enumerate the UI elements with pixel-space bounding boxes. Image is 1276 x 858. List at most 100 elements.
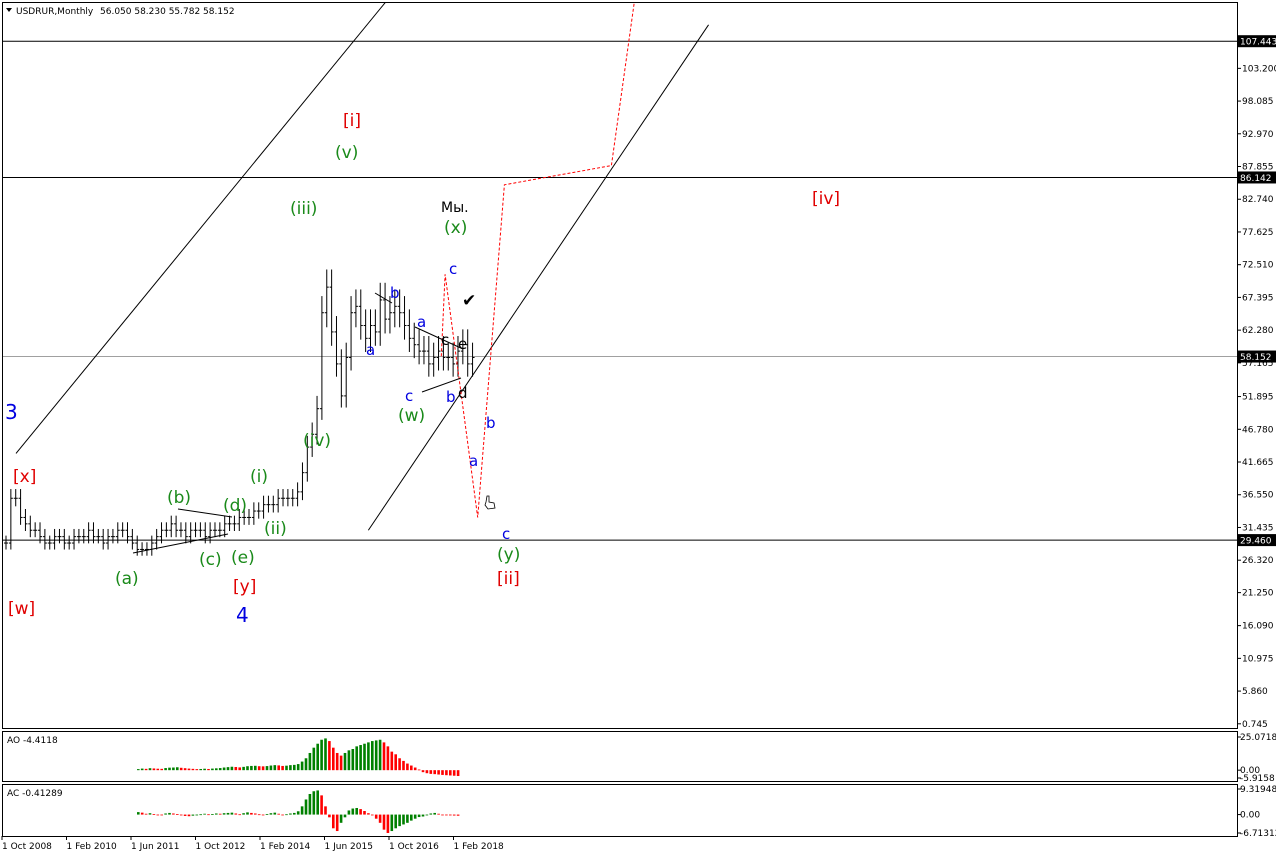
histogram-bar [452,770,456,776]
histogram-bar [277,765,280,771]
time-tick-label: 1 Jun 2015 [325,842,373,852]
wave-label: (y) [497,545,520,565]
histogram-bar [394,754,397,771]
channel-line[interactable] [367,24,709,531]
price-tick-label: 77.625 [1242,228,1274,238]
histogram-bar [164,768,167,771]
histogram-bar [324,806,327,815]
histogram-bar [359,745,362,771]
wave-label: c [449,260,457,278]
histogram-bar [437,770,440,775]
indicator-tick-label: -6.71312 [1240,829,1276,839]
wave-label: Мы. [441,200,469,216]
histogram-bar [433,770,436,775]
histogram-bar [335,752,339,771]
histogram-bar [277,813,280,815]
dropdown-triangle-icon[interactable] [6,8,12,12]
channel-lines [15,0,709,531]
histogram-bar [191,814,195,816]
histogram-bar [308,752,312,771]
price-tick-label: 98.085 [1242,97,1274,107]
time-tick-label: 1 Jun 2011 [131,842,179,852]
histogram-bar [152,768,156,771]
price-tick-label: 46.780 [1242,425,1274,435]
histogram-bar [367,813,370,815]
histogram-bar [347,810,351,815]
histogram-bar [230,812,234,815]
histogram-bar [269,813,273,815]
histogram-bar [433,812,436,815]
price-tick-label: 41.665 [1242,458,1274,468]
histogram-bar [179,814,183,816]
ao-title: AO -4.4118 [7,736,58,746]
histogram-bar [234,766,238,771]
histogram-bar [421,770,425,773]
chart-canvas[interactable]: USDRUR,Monthly 56.050 58.230 55.782 58.1… [0,0,1276,858]
histogram-bar [406,763,409,771]
wave-label: (iv) [303,431,331,451]
histogram-bar [246,812,249,815]
histogram-bar [445,770,448,776]
wave-label: [w] [8,599,35,619]
histogram-bar [250,812,253,815]
price-tick-label: 82.740 [1242,195,1274,205]
histogram-bar [425,814,429,816]
histogram-bar [238,767,241,771]
ac-panel-frame [2,784,1238,837]
histogram-bar [257,766,261,771]
wave-label: (b) [167,488,191,508]
histogram-bar [152,814,156,815]
histogram-bar [308,793,312,815]
histogram-bar [195,769,199,771]
histogram-bar [148,813,152,815]
histogram-bar [199,814,202,816]
histogram-bar [351,749,355,771]
wave-label: a [469,452,478,470]
histogram-bar [382,814,386,830]
histogram-bar [254,765,257,771]
histogram-bar [176,814,179,815]
histogram-bar [187,814,191,817]
histogram-bar [168,767,171,771]
histogram-bar [207,814,210,816]
level-price-label: 107.443 [1240,38,1276,48]
histogram-bar [289,765,292,771]
price-tick-label: 92.970 [1242,130,1274,140]
histogram-bar [293,764,296,771]
histogram-bar [347,750,351,771]
histogram-bar [261,766,265,771]
time-tick-label: 1 Feb 2018 [454,842,505,852]
main-chart-frame [2,2,1238,729]
histogram-bar [168,812,171,815]
histogram-bar [265,766,269,771]
histogram-bar [429,813,433,815]
histogram-bar [285,765,288,771]
histogram-bar [164,813,167,815]
price-tick-label: 21.250 [1242,589,1274,599]
histogram-bar [413,767,417,771]
histogram-bar [374,814,378,819]
histogram-bar [261,814,265,816]
histogram-bar [398,814,401,827]
channel-line[interactable] [15,0,419,454]
wave-label: b [486,414,496,432]
histogram-bar [304,758,308,771]
price-tick-label: 26.320 [1242,556,1274,566]
histogram-bar [289,813,292,815]
histogram-bar [160,768,163,771]
wave-label: (e) [231,548,255,568]
histogram-bar [257,814,261,816]
histogram-bar [218,813,222,815]
histogram-bar [371,814,374,816]
histogram-bar [215,768,218,771]
histogram-bar [316,790,319,815]
ohlc-values: 56.050 58.230 55.782 58.152 [100,7,235,17]
histogram-bar [374,740,378,771]
ac-axis: 9.31948 0.00 -6.71312 [1237,785,1276,839]
price-tick-label: 103.200 [1242,64,1276,74]
histogram-bar [378,739,382,771]
ao-axis: 25.07180.00-5.9158 [1237,733,1276,784]
histogram-bar [371,741,374,771]
histogram-bar [429,770,433,774]
time-axis: 1 Oct 2008 1 Feb 2010 1 Jun 2011 1 Oct 2012… [1,836,505,852]
